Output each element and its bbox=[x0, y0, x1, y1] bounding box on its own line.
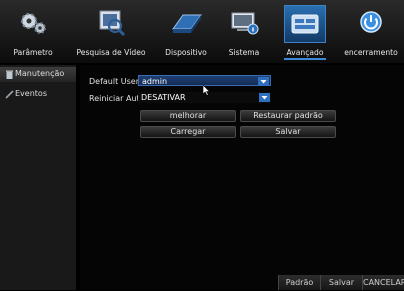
tab-avancado-label: Avançado bbox=[286, 48, 324, 57]
hard-drive-icon bbox=[165, 5, 207, 43]
tab-avancado[interactable]: Avançado bbox=[272, 0, 338, 63]
default-button[interactable]: Padrão bbox=[278, 275, 320, 290]
sidebar-item-label: Eventos bbox=[15, 89, 47, 98]
tab-pesquisa-video-label: Pesquisa de Vídeo bbox=[76, 48, 146, 57]
auto-reboot-label: Reiniciar Auto bbox=[89, 94, 145, 103]
trash-icon bbox=[5, 70, 14, 79]
save-config-button[interactable]: Salvar bbox=[240, 126, 336, 138]
tab-sistema[interactable]: Sistema bbox=[216, 0, 272, 63]
tab-encerramento-label: encerramento bbox=[344, 48, 398, 57]
default-user-value: admin bbox=[142, 77, 168, 86]
active-tab-underline bbox=[284, 58, 326, 60]
sidebar-item-manutencao[interactable]: Manutenção bbox=[0, 67, 76, 82]
video-search-icon bbox=[90, 5, 132, 43]
chevron-down-icon bbox=[258, 77, 269, 86]
auto-reboot-value: DESATIVAR bbox=[141, 93, 186, 102]
upgrade-button[interactable]: melhorar bbox=[140, 110, 236, 122]
tab-dispositivo[interactable]: Dispositivo bbox=[156, 0, 216, 63]
sidebar-item-eventos[interactable]: Eventos bbox=[0, 87, 76, 102]
pencil-icon bbox=[5, 90, 14, 99]
sidebar-item-label: Manutenção bbox=[15, 69, 65, 78]
tab-parametro[interactable]: Parâmetro bbox=[0, 0, 66, 63]
tab-parametro-label: Parâmetro bbox=[13, 48, 53, 57]
tab-dispositivo-label: Dispositivo bbox=[165, 48, 207, 57]
tab-encerramento[interactable]: encerramento bbox=[338, 0, 404, 63]
gear-icon bbox=[12, 5, 54, 43]
sidebar: Manutenção Eventos bbox=[0, 65, 76, 290]
save-button[interactable]: Salvar bbox=[320, 275, 362, 290]
default-user-label: Default User bbox=[89, 77, 140, 86]
chevron-down-icon bbox=[259, 93, 270, 102]
power-icon bbox=[350, 5, 392, 43]
cancel-button[interactable]: CANCELAR bbox=[362, 275, 404, 290]
restore-default-button[interactable]: Restaurar padrão bbox=[240, 110, 336, 122]
advanced-settings-icon bbox=[284, 5, 326, 43]
tab-sistema-label: Sistema bbox=[228, 48, 260, 57]
load-button[interactable]: Carregar bbox=[140, 126, 236, 138]
tab-pesquisa-video[interactable]: Pesquisa de Vídeo bbox=[66, 0, 156, 63]
top-navigation-bar: Parâmetro Pesquisa de Vídeo Dispositivo bbox=[0, 0, 404, 63]
monitor-info-icon bbox=[223, 5, 265, 43]
mouse-cursor-icon bbox=[203, 85, 211, 96]
